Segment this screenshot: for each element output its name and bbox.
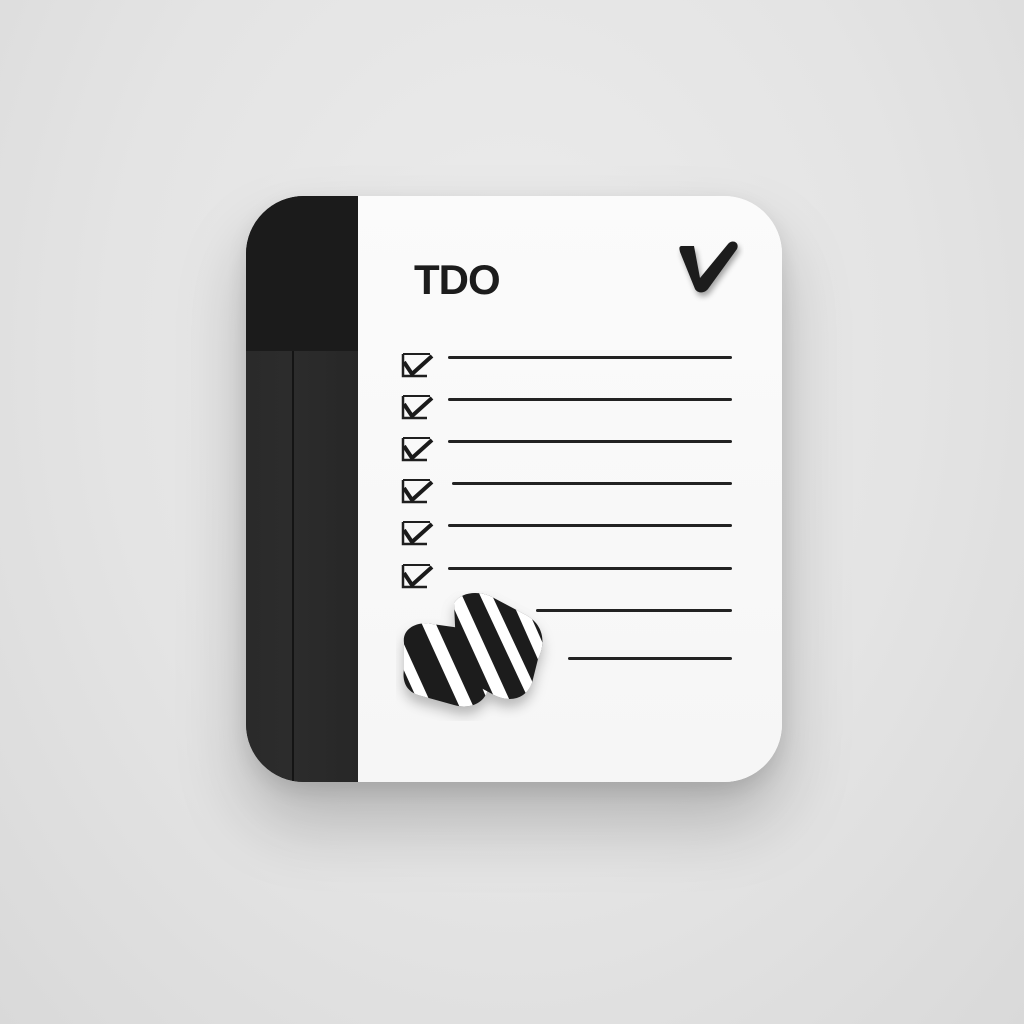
task-line[interactable]	[452, 482, 732, 485]
checkbox-checked-icon[interactable]	[400, 350, 436, 380]
checkbox-checked-icon[interactable]	[400, 434, 436, 464]
task-line[interactable]	[448, 398, 732, 401]
task-line[interactable]	[448, 567, 732, 570]
spine-bottom-block	[246, 351, 358, 782]
checkbox-checked-icon[interactable]	[400, 476, 436, 506]
spine-top-block	[246, 196, 358, 351]
task-line[interactable]	[568, 657, 732, 660]
spine-divider	[292, 351, 294, 782]
task-line[interactable]	[448, 524, 732, 527]
task-line[interactable]	[448, 356, 732, 359]
checkbox-checked-icon[interactable]	[400, 392, 436, 422]
checkmark-icon	[679, 241, 738, 293]
page-title: TDO	[414, 256, 501, 303]
checkbox-checked-icon[interactable]	[400, 518, 436, 548]
checkbox-checked-icon[interactable]	[400, 561, 436, 591]
todo-app-icon[interactable]: TDO	[246, 196, 782, 782]
striped-eraser-icon	[403, 593, 543, 707]
task-line[interactable]	[448, 440, 732, 443]
notebook-spine	[246, 196, 358, 782]
